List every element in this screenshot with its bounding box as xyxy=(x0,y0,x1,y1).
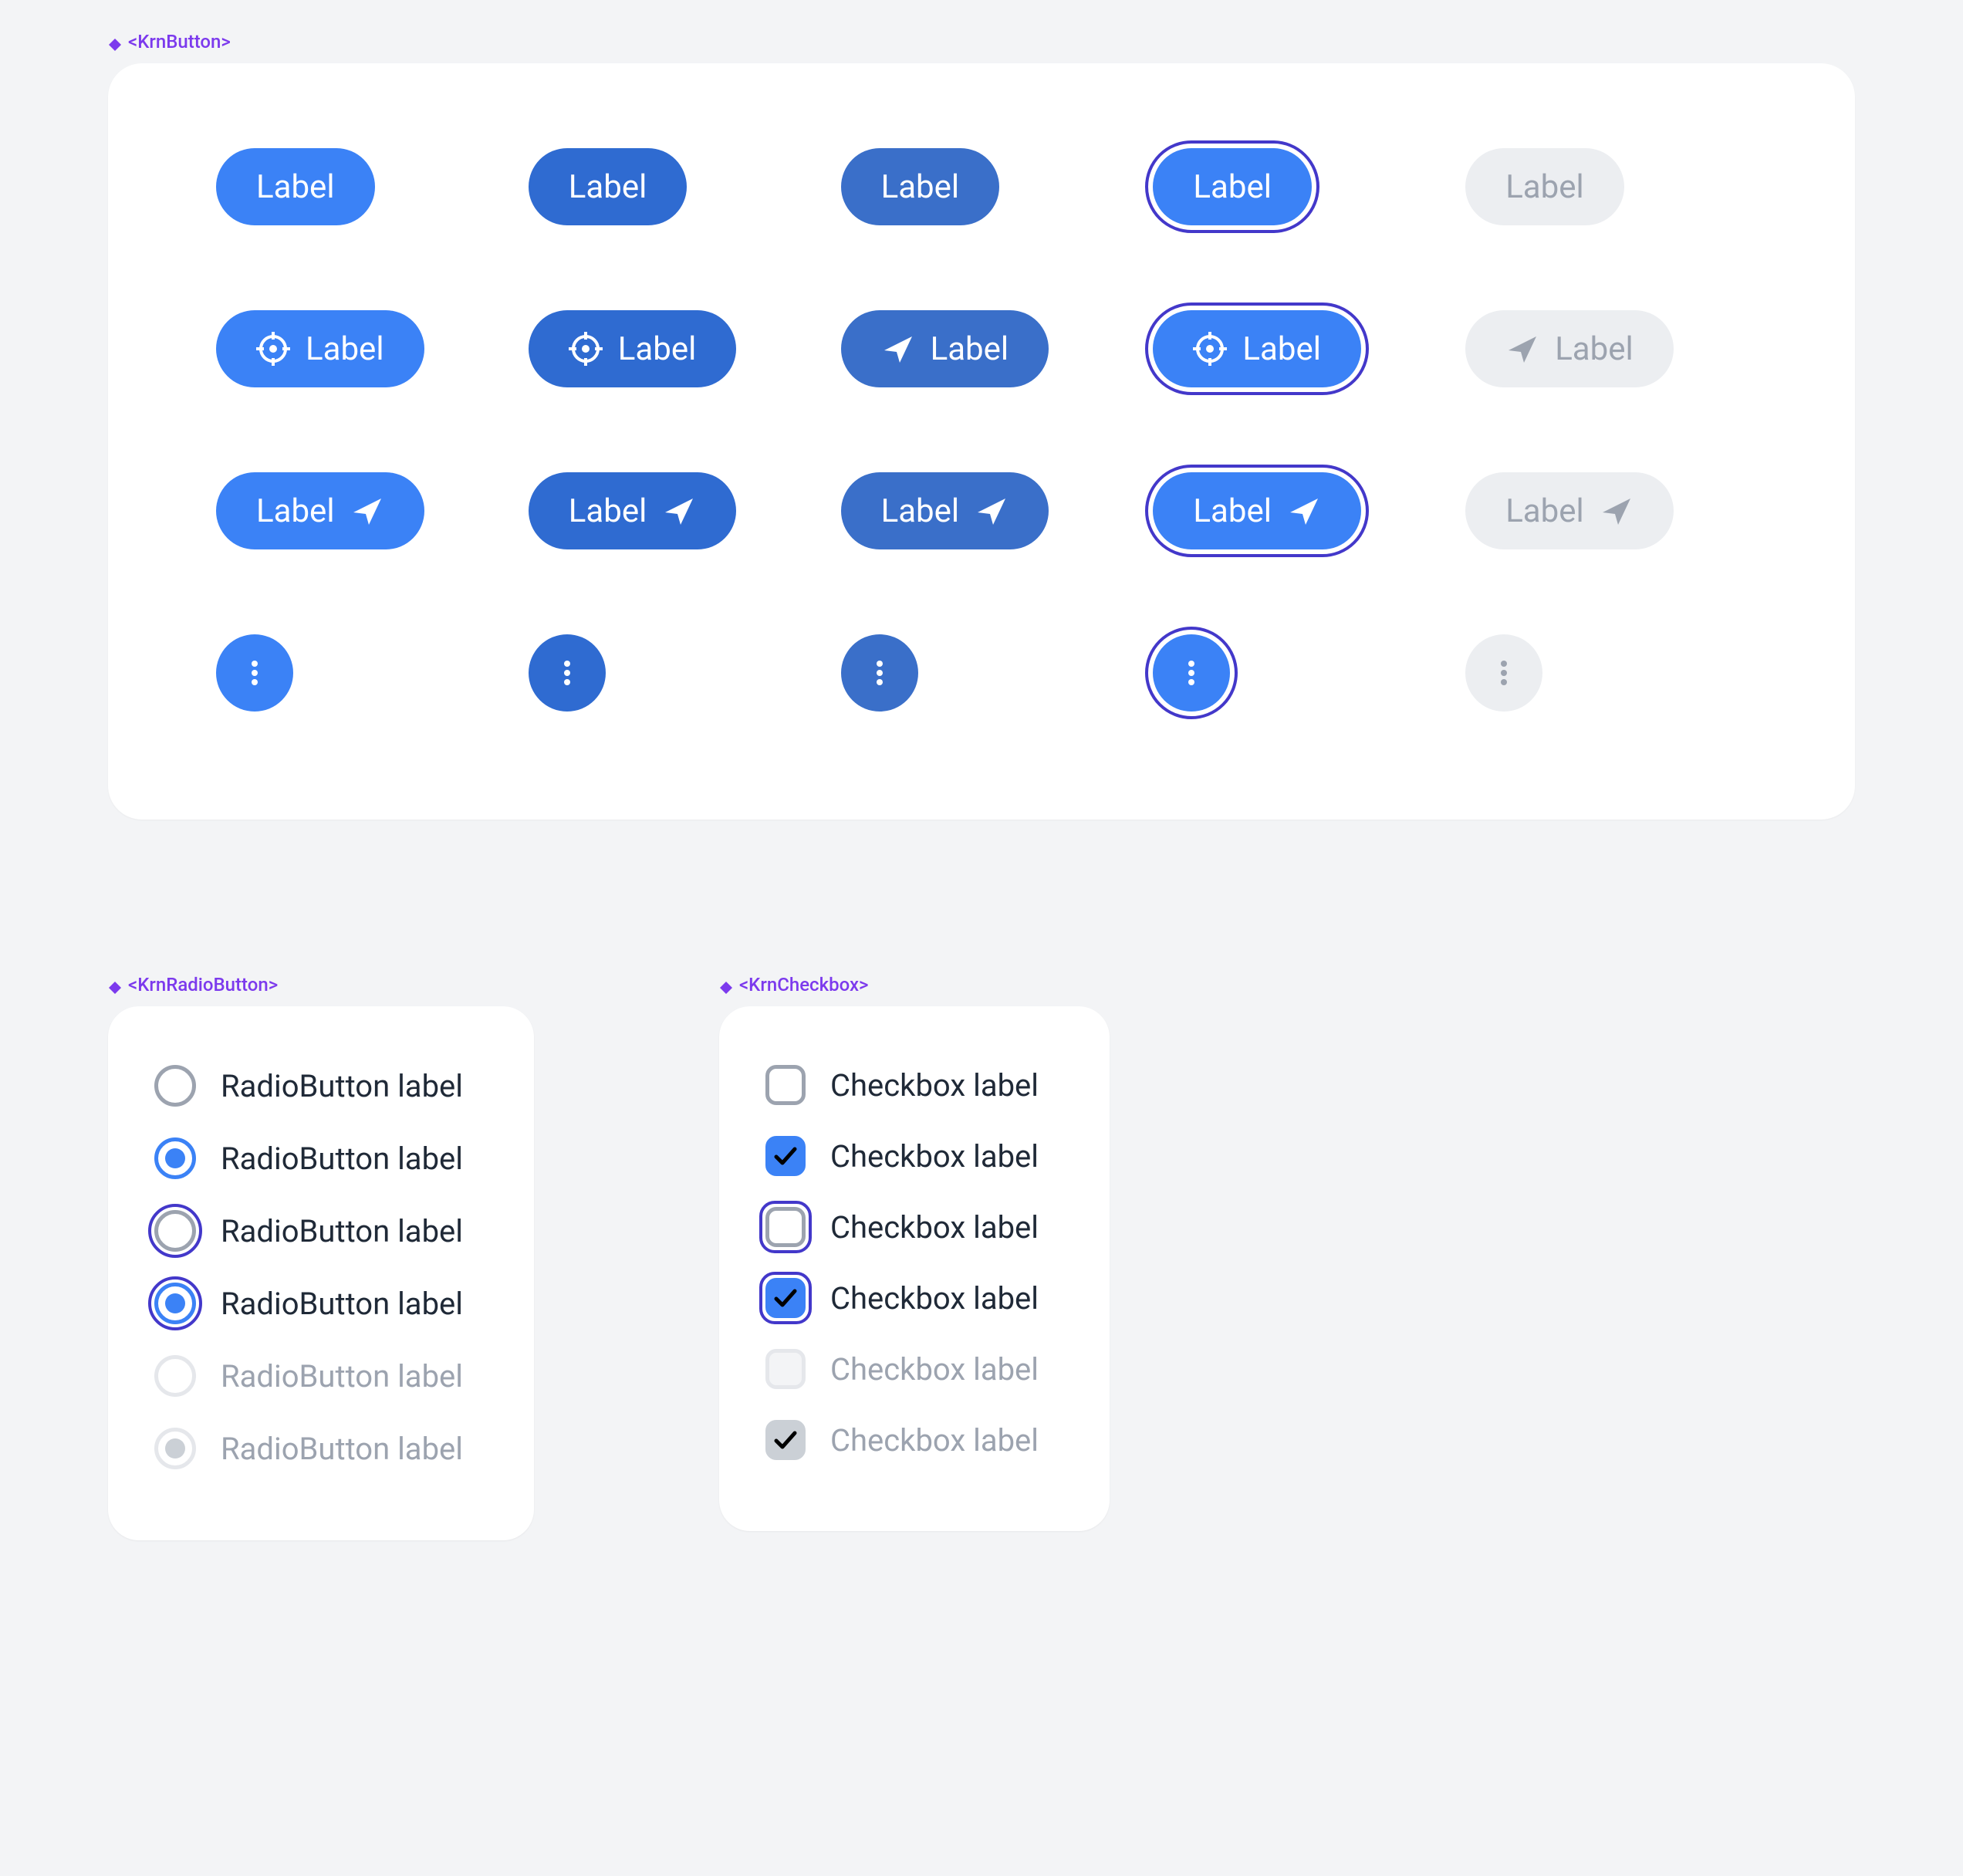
button-label: Label xyxy=(306,330,384,368)
section-tag-button: <KrnButton> xyxy=(108,31,1963,52)
radio-row: RadioButton label xyxy=(154,1195,463,1267)
button-label: Label xyxy=(1193,492,1272,530)
more-icon xyxy=(239,657,270,688)
button-text-only-disabled: Label xyxy=(1465,148,1624,225)
checkbox-label: Checkbox label xyxy=(830,1067,1039,1104)
radio-row: RadioButton label xyxy=(154,1412,463,1485)
button-panel: Label Label Label Label Label Label Label Label… xyxy=(108,63,1855,820)
checkbox xyxy=(765,1349,806,1389)
checkbox-row: Checkbox label xyxy=(765,1404,1039,1475)
component-icon xyxy=(719,978,733,992)
checkbox-label: Checkbox label xyxy=(830,1351,1039,1388)
section-tag-label: <KrnRadioButton> xyxy=(128,974,278,995)
button-label: Label xyxy=(1555,330,1634,368)
target-icon xyxy=(569,332,603,366)
button-label: Label xyxy=(569,492,647,530)
button-label: Label xyxy=(931,330,1009,368)
button-label: Label xyxy=(881,168,960,206)
button-icon-only-pressed[interactable] xyxy=(841,634,918,712)
button-right-icon-disabled: Label xyxy=(1465,472,1674,549)
more-icon xyxy=(864,657,895,688)
button-right-icon-focused[interactable]: Label xyxy=(1153,472,1361,549)
button-left-icon-disabled: Label xyxy=(1465,310,1674,387)
radio-row: RadioButton label xyxy=(154,1050,463,1122)
checkbox-panel: Checkbox label Checkbox label Checkbox l… xyxy=(719,1006,1110,1531)
button-right-icon-hover[interactable]: Label xyxy=(529,472,737,549)
button-right-icon-pressed[interactable]: Label xyxy=(841,472,1049,549)
button-left-icon-pressed[interactable]: Label xyxy=(841,310,1049,387)
checkbox[interactable] xyxy=(765,1136,806,1176)
button-label: Label xyxy=(1242,330,1321,368)
checkbox xyxy=(765,1420,806,1460)
radio-label: RadioButton label xyxy=(221,1431,463,1467)
component-icon xyxy=(108,978,122,992)
radio-label: RadioButton label xyxy=(221,1068,463,1104)
more-icon xyxy=(1488,657,1519,688)
radio-row: RadioButton label xyxy=(154,1122,463,1195)
button-left-icon-focused[interactable]: Label xyxy=(1153,310,1361,387)
checkbox-row: Checkbox label xyxy=(765,1262,1039,1333)
radio-row: RadioButton label xyxy=(154,1267,463,1340)
send-icon xyxy=(1600,494,1634,528)
checkbox-row: Checkbox label xyxy=(765,1050,1039,1121)
button-label: Label xyxy=(1193,168,1272,206)
send-icon xyxy=(350,494,384,528)
checkbox[interactable] xyxy=(765,1278,806,1318)
button-icon-only-hover[interactable] xyxy=(529,634,606,712)
button-right-icon-default[interactable]: Label xyxy=(216,472,424,549)
target-icon xyxy=(1193,332,1227,366)
checkbox-label: Checkbox label xyxy=(830,1209,1039,1246)
button-icon-only-focused[interactable] xyxy=(1153,634,1230,712)
checkbox[interactable] xyxy=(765,1207,806,1247)
checkbox-label: Checkbox label xyxy=(830,1422,1039,1459)
radio-label: RadioButton label xyxy=(221,1286,463,1322)
checkbox[interactable] xyxy=(765,1065,806,1105)
send-icon xyxy=(1505,332,1539,366)
more-icon xyxy=(552,657,583,688)
radio-button[interactable] xyxy=(154,1210,196,1252)
checkbox-label: Checkbox label xyxy=(830,1138,1039,1175)
radio-panel: RadioButton label RadioButton label Radi… xyxy=(108,1006,534,1540)
checkbox-row: Checkbox label xyxy=(765,1333,1039,1404)
radio-button[interactable] xyxy=(154,1065,196,1107)
section-tag-label: <KrnCheckbox> xyxy=(739,974,869,995)
radio-label: RadioButton label xyxy=(221,1358,463,1394)
radio-label: RadioButton label xyxy=(221,1213,463,1249)
button-text-only-hover[interactable]: Label xyxy=(529,148,688,225)
send-icon xyxy=(1287,494,1321,528)
button-label: Label xyxy=(256,492,335,530)
target-icon xyxy=(256,332,290,366)
checkbox-row: Checkbox label xyxy=(765,1121,1039,1192)
button-left-icon-hover[interactable]: Label xyxy=(529,310,737,387)
radio-label: RadioButton label xyxy=(221,1141,463,1177)
more-icon xyxy=(1176,657,1207,688)
radio-button xyxy=(154,1428,196,1469)
button-text-only-pressed[interactable]: Label xyxy=(841,148,1000,225)
send-icon xyxy=(975,494,1009,528)
checkbox-label: Checkbox label xyxy=(830,1280,1039,1317)
send-icon xyxy=(881,332,915,366)
component-icon xyxy=(108,35,122,49)
button-left-icon-default[interactable]: Label xyxy=(216,310,424,387)
button-label: Label xyxy=(569,168,647,206)
button-text-only-default[interactable]: Label xyxy=(216,148,375,225)
button-label: Label xyxy=(256,168,335,206)
radio-row: RadioButton label xyxy=(154,1340,463,1412)
button-label: Label xyxy=(618,330,697,368)
button-label: Label xyxy=(881,492,960,530)
section-tag-radio: <KrnRadioButton> xyxy=(108,974,534,995)
button-label: Label xyxy=(1505,168,1584,206)
send-icon xyxy=(662,494,696,528)
section-tag-checkbox: <KrnCheckbox> xyxy=(719,974,1110,995)
checkbox-row: Checkbox label xyxy=(765,1192,1039,1262)
button-label: Label xyxy=(1505,492,1584,530)
button-icon-only-default[interactable] xyxy=(216,634,293,712)
radio-button[interactable] xyxy=(154,1137,196,1179)
button-text-only-focused[interactable]: Label xyxy=(1153,148,1312,225)
button-icon-only-disabled xyxy=(1465,634,1542,712)
radio-button[interactable] xyxy=(154,1283,196,1324)
section-tag-label: <KrnButton> xyxy=(128,31,231,52)
radio-button xyxy=(154,1355,196,1397)
